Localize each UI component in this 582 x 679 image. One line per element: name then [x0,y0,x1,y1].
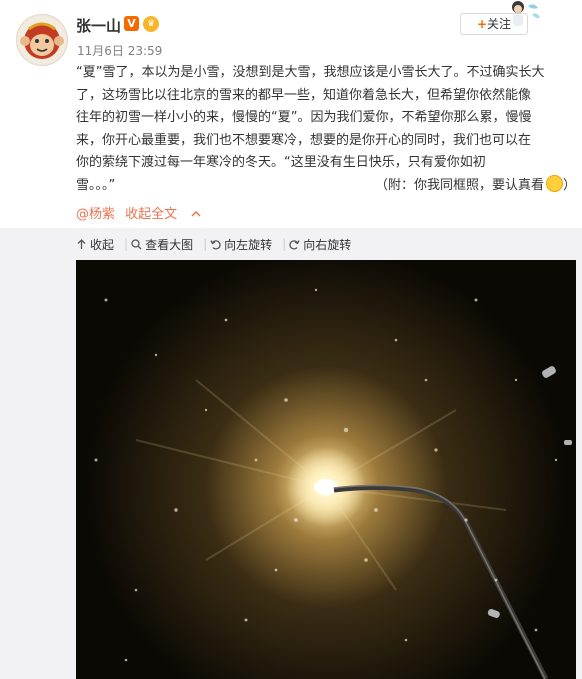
post-body: “夏”雪了，本以为是小雪，没想到是大雪，我想应该是小雪长大了。不过确实长大 了，… [76,62,576,197]
post-line: 你的萦绕下渡过每一年寒冷的冬天。“这里没有生日快乐，只有爱你如初 [76,155,486,170]
monkey-avatar-icon [20,22,64,59]
plus-icon: + [476,17,488,31]
toolbar-label: 收起 [90,237,115,252]
rotate-right-button[interactable]: | 向右旋转 [282,235,351,253]
image-toolbar: 收起 | 查看大图 | 向左旋转 | 向右旋转 [76,235,351,253]
collapse-image-button[interactable]: 收起 [76,235,114,253]
post-line: “夏”雪了，本以为是小雪，没想到是大雪，我想应该是小雪长大了。不过确实长大 [76,65,545,80]
toolbar-label: 查看大图 [145,237,194,252]
collapse-text-link[interactable]: 收起全文 [125,207,177,222]
mention-link[interactable]: @杨紫 [76,207,115,222]
grin-emoji-icon [545,174,563,192]
decorative-figure-icon [508,0,548,30]
post-image[interactable] [76,260,576,679]
toolbar-label: 向右旋转 [303,237,352,252]
rotate-left-icon [210,239,221,250]
verified-badge[interactable]: V [124,16,139,31]
view-large-image-button[interactable]: | 查看大图 [124,235,193,253]
rotate-left-button[interactable]: | 向左旋转 [203,235,272,253]
post-note: （附：你我同框照，要认真看） [375,174,576,198]
arrow-up-icon [77,238,86,249]
username[interactable]: 张一山 [76,15,121,36]
post-line-start: 雪。。。” [76,177,116,193]
toolbar-label: 向左旋转 [224,237,273,252]
magnifier-icon [131,238,142,249]
post-timestamp[interactable]: 11月6日 23:59 [77,42,162,59]
avatar[interactable] [16,14,68,66]
post-line: 了，这场雪比以往北京的雪来的都早一些，知道你着急长大，但希望你依然能像 [76,87,532,103]
streetlight-snow-photo [76,260,576,679]
post-line-last: 雪。。。” （附：你我同框照，要认真看） [76,174,576,198]
vip-crown-icon[interactable]: ♛ [143,16,159,32]
post-line: 来，你开心最重要，我们也不想要寒冷，想要的是你开心的同时，我们也可以在 [76,132,532,148]
rotate-right-icon [289,239,300,250]
chevron-up-icon[interactable] [191,210,201,218]
post-footer-links: @杨紫 收起全文 [76,203,201,222]
post-line: 往年的初雪一样小小的来，慢慢的“夏”。因为我们爱你，不希望你那么累，慢慢 [76,110,532,125]
